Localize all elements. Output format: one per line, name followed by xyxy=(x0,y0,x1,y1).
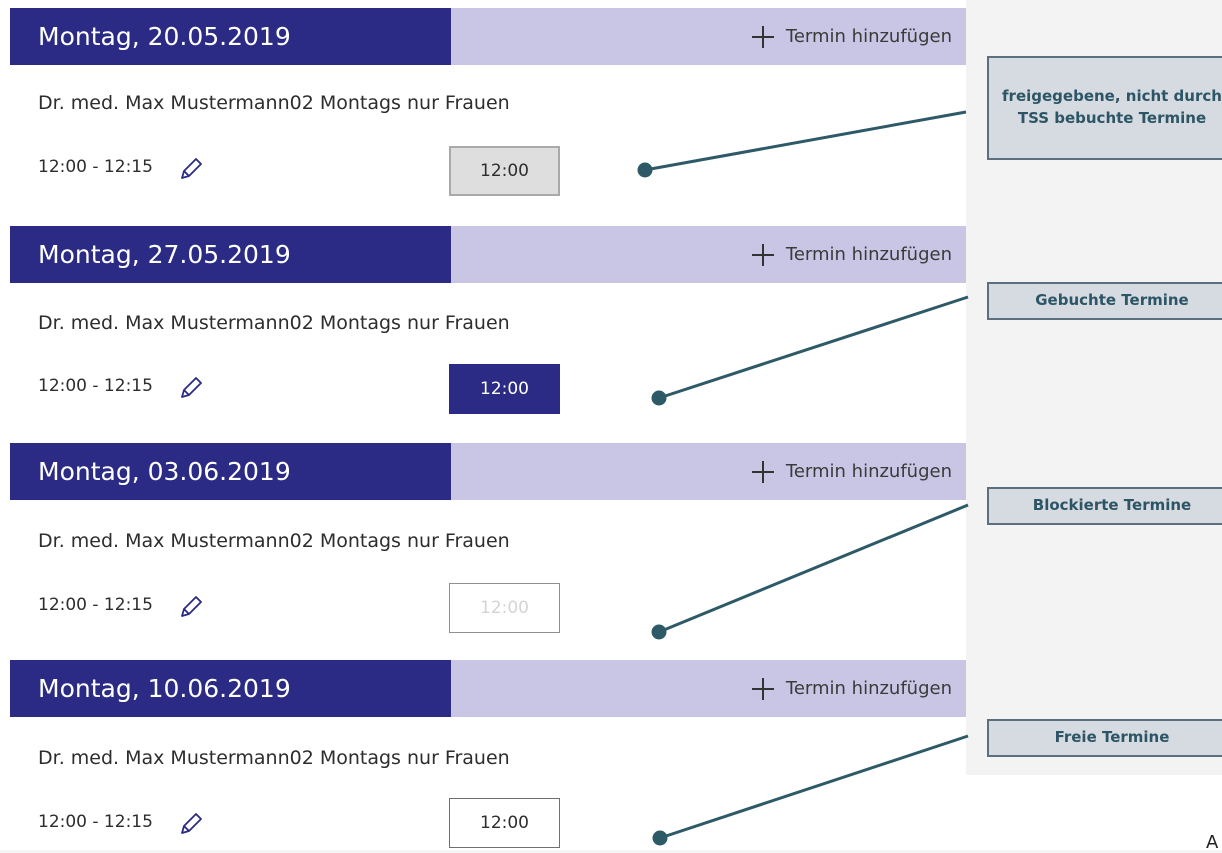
leader-line-booked xyxy=(658,295,969,400)
leader-line-released xyxy=(644,110,967,172)
leader-dot-booked xyxy=(651,390,667,406)
leader-dot-blocked xyxy=(651,624,667,640)
callout-leader-lines xyxy=(637,110,969,846)
leader-dot-released xyxy=(637,162,653,178)
leader-line-free xyxy=(659,734,969,840)
leader-line-blocked xyxy=(658,503,969,634)
leader-dot-free xyxy=(652,830,668,846)
